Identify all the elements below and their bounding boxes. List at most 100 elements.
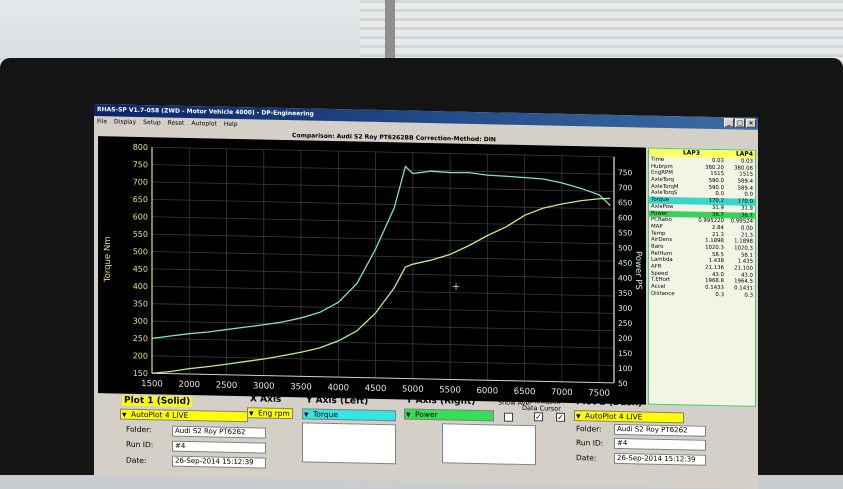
- plot1-label: Plot 1 (Solid): [122, 395, 193, 408]
- y-right-tick-label: 700: [618, 183, 633, 192]
- x-tick-label: 5500: [439, 385, 461, 395]
- menu-file[interactable]: File: [97, 116, 107, 127]
- grid-line-y: [152, 251, 614, 262]
- grid-line-y: [152, 338, 614, 349]
- chevron-down-icon: ▼: [122, 411, 127, 419]
- y-right-tick-label: 450: [618, 258, 633, 267]
- showlock-checkbox[interactable]: ✓: [534, 412, 543, 422]
- grid-line-y: [152, 285, 614, 297]
- y-right-tick-label: 150: [618, 349, 633, 358]
- y-right-tick-label: 350: [618, 289, 633, 298]
- x-tick-label: 3500: [290, 382, 312, 392]
- xaxis-label: X Axis: [250, 394, 282, 405]
- x-tick-label: 4000: [327, 383, 349, 393]
- chevron-down-icon: ▼: [576, 413, 581, 421]
- chart-svg: 1500 2000 2500 3000 3500 4000 4500 5000 5500 6000…: [103, 143, 643, 399]
- y-right-tick-label: 600: [618, 213, 633, 222]
- table-body: Time 0.03 0.03 Hubrpm 380.20 380.08 EngRPM 1515…: [649, 157, 755, 300]
- yright-list[interactable]: [442, 423, 536, 466]
- runid1-field[interactable]: #4: [172, 440, 266, 454]
- grid-line-y: [152, 164, 614, 175]
- y-left-tick-label: 250: [133, 334, 148, 343]
- y-left-tick-label: 450: [133, 265, 148, 274]
- x-tick-label: 2000: [178, 380, 200, 390]
- crosshair-cursor-icon: +: [452, 282, 460, 293]
- yright-select-value: Power: [415, 409, 438, 420]
- y-left-tick-label: 650: [133, 195, 148, 204]
- x-tick-label: 2500: [216, 381, 238, 391]
- grid-line-y: [152, 181, 614, 193]
- date1-field[interactable]: 26-Sep-2014 15:12:39: [172, 455, 266, 469]
- plot1-select[interactable]: ▼ AutoPlot 4 LIVE: [120, 408, 248, 423]
- menu-autoplot[interactable]: Autoplot: [191, 118, 216, 130]
- grid-line-y: [152, 216, 614, 227]
- dyno-chart[interactable]: 1500 2000 2500 3000 3500 4000 4500 5000 5500 6000…: [98, 136, 646, 405]
- menu-help[interactable]: Help: [224, 119, 238, 130]
- y-left-tick-label: 350: [133, 299, 148, 308]
- yleft-list[interactable]: [302, 422, 396, 465]
- yright-select[interactable]: ▼ Power: [404, 408, 494, 422]
- runid2-field[interactable]: #4: [614, 437, 706, 451]
- plot1-select-value: AutoPlot 4 LIVE: [131, 409, 189, 420]
- menu-reset[interactable]: Reset: [168, 118, 185, 129]
- y-right-tick-label: 650: [618, 198, 633, 207]
- y-right-tick-label: 500: [618, 243, 633, 252]
- y-left-tick-label: 150: [133, 369, 148, 378]
- xaxis-select[interactable]: ▼ Eng rpm: [247, 407, 293, 420]
- runid1-label: Run ID:: [126, 439, 154, 450]
- chevron-down-icon: ▼: [406, 411, 411, 419]
- plot2-select[interactable]: ▼ AutoPlot 4 LIVE: [574, 410, 684, 424]
- date2-label: Date:: [576, 453, 597, 463]
- yleft-select[interactable]: ▼ Torque: [302, 408, 396, 422]
- table-row: Distance 0.3 0.3: [649, 290, 755, 299]
- plot2-select-value: AutoPlot 4 LIVE: [585, 411, 643, 422]
- grid-line-y: [152, 146, 614, 158]
- x-tick-label: 7000: [551, 388, 573, 398]
- menu-setup[interactable]: Setup: [143, 117, 160, 128]
- row-lap3-value: 0.3: [715, 291, 724, 298]
- y-right-tick-label: 100: [618, 364, 633, 373]
- x-tick-label: 6500: [514, 387, 536, 397]
- chevron-down-icon: ▼: [304, 411, 309, 419]
- x-tick-label: 5000: [402, 384, 424, 394]
- folder1-field[interactable]: Audi S2 Roy PT6262: [172, 425, 266, 439]
- folder2-label: Folder:: [576, 424, 602, 434]
- y-right-tick-label: 250: [618, 319, 633, 328]
- data-cursor-checkbox[interactable]: ✓: [556, 412, 565, 422]
- row-lap4-value: 0.3: [744, 292, 753, 299]
- date2-field[interactable]: 26-Sep-2014 15:12:39: [614, 452, 706, 466]
- y-left-tick-label: 400: [133, 282, 148, 291]
- grid-line-y: [152, 233, 614, 245]
- y-left-axis-label: Torque Nm: [103, 236, 113, 283]
- y-left-tick-label: 300: [133, 317, 148, 326]
- y-left-tick-label: 500: [133, 247, 148, 256]
- xaxis-select-value: Eng rpm: [258, 408, 290, 419]
- x-tick-label: 1500: [141, 379, 163, 389]
- y-right-tick-label: 200: [618, 334, 633, 343]
- x-tick-label: 4500: [365, 384, 387, 394]
- grid-line-y: [152, 355, 614, 366]
- y-right-tick-label: 750: [618, 168, 633, 177]
- lap-data-table: LAP3 LAP4 Time 0.03 0.03 Hubrpm 380.20 380.08…: [648, 147, 756, 407]
- menu-display[interactable]: Display: [114, 116, 136, 127]
- close-icon[interactable]: ×: [746, 118, 756, 128]
- yright-label: Y Axis (Right): [406, 395, 476, 407]
- x-tick-label: 6000: [477, 386, 499, 396]
- series-line-torque: [151, 165, 611, 340]
- y-right-tick-label: 50: [618, 379, 628, 388]
- yleft-select-value: Torque: [313, 409, 338, 420]
- y-left-tick-label: 750: [133, 160, 148, 169]
- date1-label: Date:: [126, 455, 147, 466]
- minimize-icon[interactable]: _: [724, 118, 734, 128]
- show-ave-checkbox[interactable]: [504, 412, 513, 422]
- y-right-axis-label: Power PS: [633, 251, 643, 290]
- monitor-screen: RHAS-SP V1.7-058 (ZWD - Motor Vehicle 40…: [94, 104, 758, 489]
- y-left-tick-label: 700: [133, 178, 148, 187]
- grid-line-y: [152, 320, 614, 332]
- row-label: Distance: [651, 290, 675, 297]
- grid-line-y: [152, 268, 614, 279]
- x-tick-label: 3000: [253, 381, 275, 391]
- y-left-tick-label: 600: [133, 212, 148, 221]
- maximize-icon[interactable]: □: [735, 118, 745, 128]
- folder2-field[interactable]: Audi S2 Roy PT6262: [614, 423, 706, 437]
